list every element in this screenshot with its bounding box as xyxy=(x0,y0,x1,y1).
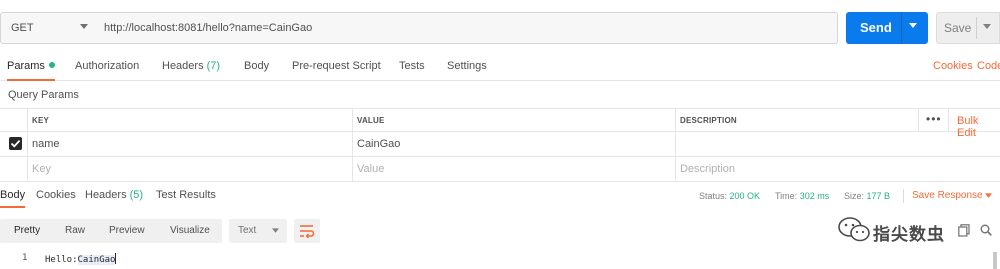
tab-headers-label: Headers xyxy=(162,60,204,72)
code-line: Hello:CainGao xyxy=(45,253,117,265)
table-header: KEY VALUE DESCRIPTION ••• Bulk Edit xyxy=(0,108,1000,139)
time-label: Time: xyxy=(775,191,798,201)
tab-params-label: Params xyxy=(7,60,45,72)
tab-body[interactable]: Body xyxy=(244,60,269,81)
param-key[interactable]: name xyxy=(32,138,60,150)
size-readout: Size: 177 B xyxy=(844,191,890,201)
search-icon[interactable] xyxy=(980,224,992,236)
table-row: name CainGao xyxy=(0,132,1000,157)
copy-icon[interactable] xyxy=(958,224,970,237)
save-divider xyxy=(976,17,977,39)
status-value: 200 OK xyxy=(729,191,761,201)
method-select[interactable]: GET xyxy=(0,12,97,44)
column-header-description: DESCRIPTION xyxy=(680,116,737,125)
column-divider xyxy=(948,108,949,132)
column-header-key: KEY xyxy=(32,116,50,125)
wrap-lines-button[interactable] xyxy=(294,219,320,243)
status-label: Status: xyxy=(699,191,728,201)
cookies-link[interactable]: Cookies xyxy=(933,60,973,72)
query-params-title: Query Params xyxy=(8,89,79,101)
method-label: GET xyxy=(11,22,34,34)
tab-response-body-label: Body xyxy=(0,189,26,201)
chevron-down-icon xyxy=(985,193,993,198)
view-pretty-button[interactable]: Pretty xyxy=(14,225,40,236)
tab-tests-label: Tests xyxy=(399,60,425,72)
chevron-down-icon xyxy=(80,24,88,29)
tab-tests[interactable]: Tests xyxy=(399,60,425,81)
tab-headers-count: (7) xyxy=(206,60,221,72)
save-response-button[interactable]: Save Response xyxy=(912,190,993,201)
status-readout: Status: 200 OK xyxy=(699,191,760,201)
format-label: Text xyxy=(238,225,257,236)
column-divider xyxy=(918,108,919,132)
tab-prerequest-label: Pre-request Script xyxy=(292,60,381,72)
response-tabs: Body Cookies Headers (5) Test Results St… xyxy=(0,186,1000,208)
url-input[interactable]: http://localhost:8081/hello?name=CainGao xyxy=(96,12,838,44)
tab-body-label: Body xyxy=(244,60,270,72)
request-tabs: Params Authorization Headers (7) Body Pr… xyxy=(0,57,1000,81)
text-cursor xyxy=(115,253,117,264)
tab-response-headers[interactable]: Headers (5) xyxy=(85,189,143,208)
size-label: Size: xyxy=(844,191,865,201)
send-button[interactable]: Send xyxy=(846,12,928,44)
format-select[interactable]: Text xyxy=(229,219,287,243)
tab-test-results-label: Test Results xyxy=(156,189,216,201)
tab-authorization[interactable]: Authorization xyxy=(75,60,139,81)
new-description-input[interactable]: Description xyxy=(680,163,735,175)
column-divider xyxy=(352,108,353,182)
time-readout: Time: 302 ms xyxy=(775,191,829,201)
tab-response-body[interactable]: Body xyxy=(0,189,26,208)
tab-response-headers-count: (5) xyxy=(129,189,144,201)
request-bar: GET http://localhost:8081/hello?name=Cai… xyxy=(0,10,1000,46)
view-mode-group: Pretty Raw Preview Visualize xyxy=(0,219,222,243)
url-text: http://localhost:8081/hello?name=CainGao xyxy=(104,22,313,34)
tab-settings-label: Settings xyxy=(447,60,487,72)
scrollbar[interactable] xyxy=(993,252,997,269)
column-header-value: VALUE xyxy=(357,116,385,125)
check-icon xyxy=(10,139,21,148)
send-label: Send xyxy=(860,20,892,35)
tab-authorization-label: Authorization xyxy=(75,60,140,72)
wrap-lines-icon xyxy=(300,225,315,238)
wechat-logo-icon xyxy=(838,217,870,242)
response-body-editor[interactable]: 1 Hello:CainGao xyxy=(0,252,1000,269)
chevron-down-icon[interactable] xyxy=(909,23,917,28)
column-divider xyxy=(27,108,28,182)
params-active-dot-icon xyxy=(48,62,55,68)
watermark: 指尖数虫 xyxy=(837,211,975,249)
save-response-label: Save Response xyxy=(912,190,983,201)
view-visualize-button[interactable]: Visualize xyxy=(170,225,210,236)
new-value-input[interactable]: Value xyxy=(357,163,384,175)
send-divider xyxy=(901,12,902,44)
tab-response-cookies[interactable]: Cookies xyxy=(36,189,76,208)
tab-settings[interactable]: Settings xyxy=(447,60,487,81)
tab-test-results[interactable]: Test Results xyxy=(156,189,216,208)
code-text: Hello: xyxy=(45,255,78,265)
new-key-input[interactable]: Key xyxy=(32,163,51,175)
status-divider xyxy=(903,189,904,203)
param-value[interactable]: CainGao xyxy=(357,138,400,150)
tab-params[interactable]: Params xyxy=(7,60,55,81)
watermark-text: 指尖数虫 xyxy=(873,225,945,244)
save-label: Save xyxy=(944,21,972,35)
more-options-icon[interactable]: ••• xyxy=(926,112,942,126)
code-link[interactable]: Code xyxy=(977,60,1000,72)
line-number: 1 xyxy=(22,253,28,263)
tab-response-cookies-label: Cookies xyxy=(36,189,76,201)
param-enabled-checkbox[interactable] xyxy=(9,137,22,150)
view-preview-button[interactable]: Preview xyxy=(109,225,145,236)
tab-headers[interactable]: Headers (7) xyxy=(162,60,220,81)
tab-response-headers-label: Headers xyxy=(85,189,127,201)
size-value: 177 B xyxy=(866,191,891,201)
chevron-down-icon xyxy=(272,228,279,233)
table-row-empty: Key Value Description xyxy=(0,157,1000,182)
time-value: 302 ms xyxy=(799,191,830,201)
column-divider xyxy=(675,108,676,182)
chevron-down-icon[interactable] xyxy=(983,24,991,29)
tab-prerequest-script[interactable]: Pre-request Script xyxy=(292,60,381,81)
save-button[interactable]: Save xyxy=(936,12,1000,44)
view-raw-button[interactable]: Raw xyxy=(65,225,85,236)
code-highlight: CainGao xyxy=(77,255,116,265)
